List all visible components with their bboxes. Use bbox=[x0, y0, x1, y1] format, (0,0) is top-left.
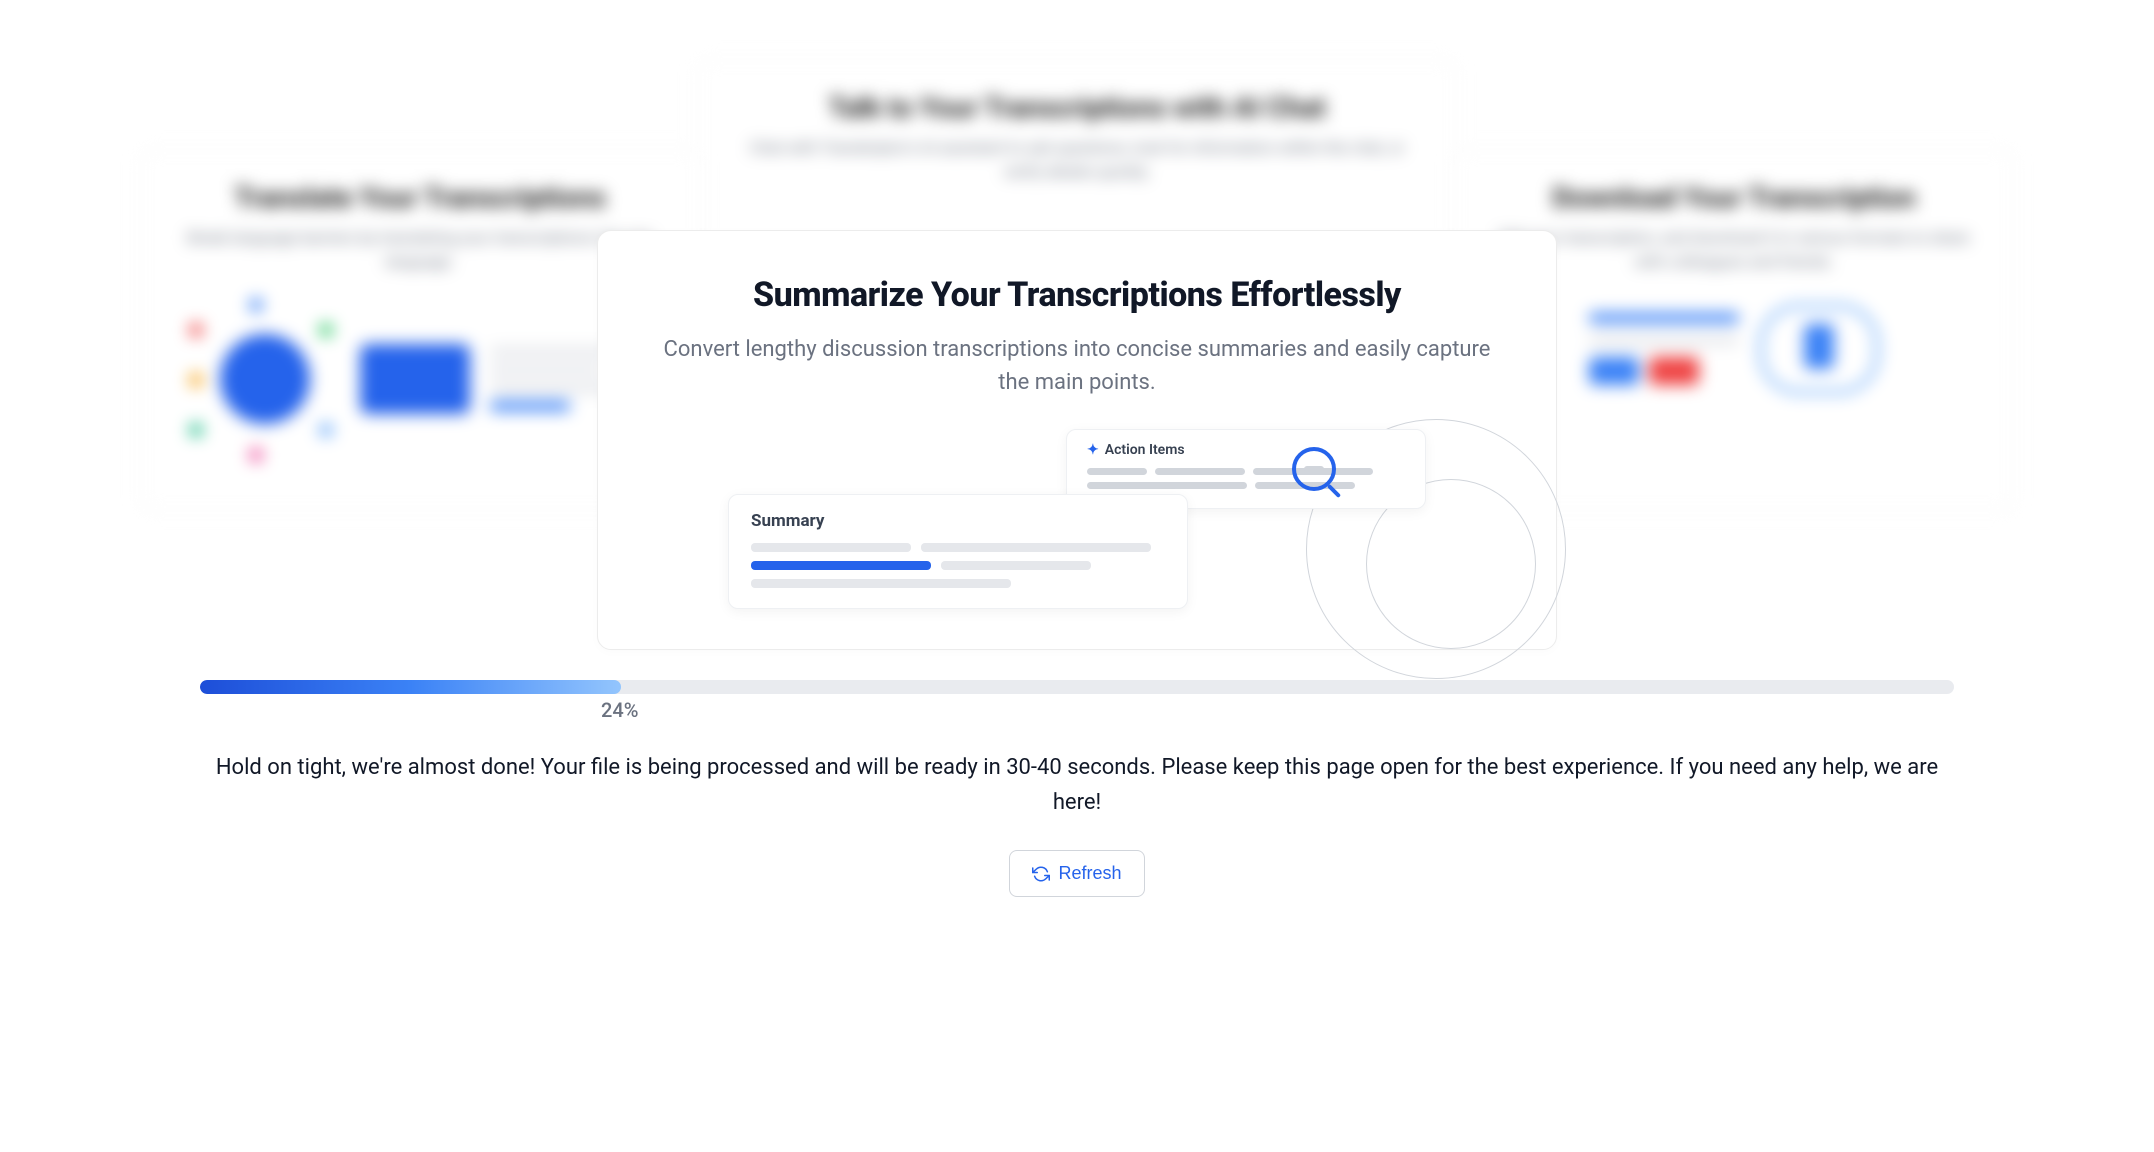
upload-icon bbox=[360, 344, 470, 414]
blurred-left-title: Translate Your Transcriptions bbox=[181, 181, 659, 214]
translate-graphic bbox=[181, 304, 659, 454]
format-pill-icon bbox=[1589, 357, 1639, 385]
progress-section: 24% Hold on tight, we're almost done! Yo… bbox=[80, 680, 2074, 897]
download-graphic bbox=[1495, 304, 1973, 394]
progress-percent-label: 24% bbox=[601, 698, 1954, 722]
file-icon bbox=[1804, 324, 1834, 369]
progress-fill bbox=[200, 680, 621, 694]
summary-label: Summary bbox=[751, 511, 1165, 531]
main-desc: Convert lengthy discussion transcription… bbox=[658, 333, 1496, 399]
magnifier-icon bbox=[1292, 447, 1336, 491]
refresh-button[interactable]: Refresh bbox=[1009, 850, 1144, 897]
main-title: Summarize Your Transcriptions Effortless… bbox=[658, 275, 1496, 315]
action-items-label: Action Items bbox=[1105, 442, 1185, 458]
main-feature-card: Summarize Your Transcriptions Effortless… bbox=[597, 230, 1557, 650]
summary-card: Summary bbox=[728, 494, 1188, 609]
blurred-left-desc: Break language barriers by translating y… bbox=[181, 226, 659, 274]
format-pill-icon bbox=[1649, 357, 1699, 385]
progress-message: Hold on tight, we're almost done! Your f… bbox=[200, 750, 1954, 820]
blurred-top-desc: Chat with Transkriptor's AI assistant to… bbox=[738, 136, 1416, 184]
refresh-label: Refresh bbox=[1058, 863, 1121, 884]
summarize-illustration: ✦ Action Items bbox=[658, 429, 1496, 619]
globe-icon bbox=[220, 334, 310, 424]
sparkle-icon: ✦ bbox=[1087, 442, 1099, 458]
blurred-right-desc: Edit your transcription, and download it… bbox=[1495, 226, 1973, 274]
refresh-icon bbox=[1032, 865, 1050, 883]
progress-bar bbox=[200, 680, 1954, 694]
blurred-top-title: Talk to Your Transcriptions with AI Chat bbox=[738, 91, 1416, 124]
blurred-right-title: Download Your Transcription bbox=[1495, 181, 1973, 214]
carousel-area: Talk to Your Transcriptions with AI Chat… bbox=[80, 40, 2074, 660]
